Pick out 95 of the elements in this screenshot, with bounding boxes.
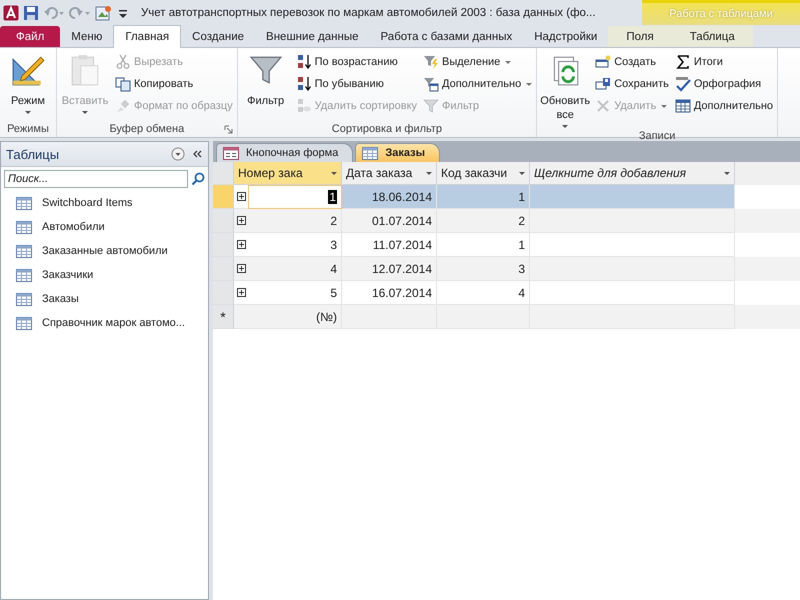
spellcheck-icon: [674, 76, 691, 92]
funnel-icon: [423, 98, 440, 114]
sort-ascending-icon: [296, 54, 312, 70]
caret-icon: [331, 172, 337, 174]
copy-icon: [115, 76, 131, 92]
table-icon: [16, 244, 32, 258]
table-cell: 18.06.2014: [342, 185, 437, 209]
form-icon: [223, 146, 239, 160]
ribbon-button[interactable]: Дополнительно: [421, 73, 534, 95]
ribbon-tab[interactable]: Главная: [113, 25, 182, 48]
expand-icon[interactable]: [236, 192, 246, 201]
ribbon-tab[interactable]: Надстройки: [523, 26, 608, 47]
column-header[interactable]: Номер зака: [234, 162, 342, 185]
group-label: Буфер обмена: [109, 123, 184, 135]
table-cell: 3: [437, 257, 530, 281]
caret-icon: [25, 111, 31, 114]
ribbon-tab[interactable]: Создание: [181, 26, 256, 47]
table-icon: [16, 292, 32, 306]
new-record-marker: *: [220, 308, 226, 324]
caret-icon: [426, 172, 432, 174]
access-logo-icon: [3, 4, 19, 20]
caret-icon: [526, 82, 532, 86]
table-cell: 4: [248, 257, 342, 281]
ribbon-button[interactable]: Обновить все: [539, 51, 592, 130]
ribbon-tab[interactable]: Внешние данные: [255, 26, 370, 47]
caret-icon: [519, 172, 525, 174]
caret-icon: [661, 104, 668, 108]
scissors-icon: [115, 54, 131, 70]
table-cell: (№): [234, 305, 342, 329]
save-icon[interactable]: [23, 4, 39, 20]
document-tab[interactable]: Кнопочная форма: [216, 143, 354, 162]
table-cell: 1: [437, 185, 530, 209]
save-icon: [595, 76, 612, 92]
delete-icon: [595, 98, 612, 114]
table-cell: 1: [248, 185, 342, 209]
ribbon-tab[interactable]: Меню: [60, 26, 114, 47]
expand-icon[interactable]: [236, 288, 246, 297]
caret-icon: [505, 60, 512, 64]
grid-icon: [674, 98, 691, 114]
table-cell: 2: [437, 209, 530, 233]
ribbon-button[interactable]: Орфография: [672, 73, 776, 95]
ribbon-button[interactable]: Сохранить: [593, 73, 671, 95]
table-icon: [16, 196, 32, 210]
sigma-icon: [674, 54, 691, 70]
table-item[interactable]: Заказчики: [1, 263, 208, 287]
table-cell: 2: [248, 209, 342, 233]
table-icon: [362, 146, 378, 160]
ribbon-button[interactable]: Итоги: [672, 51, 776, 73]
group-label: Записи: [638, 130, 676, 142]
ribbon-tab[interactable]: Поля: [608, 26, 672, 47]
ribbon-button[interactable]: Дополнительно: [672, 95, 776, 117]
new-record-icon: [595, 54, 612, 70]
ribbon-button[interactable]: Выделение: [421, 51, 534, 73]
ribbon-tab[interactable]: Работа с базами данных: [370, 26, 524, 47]
caret-icon: [724, 172, 730, 174]
ribbon-button[interactable]: Режим: [2, 51, 54, 116]
group-label: Сортировка и фильтр: [332, 123, 442, 135]
ribbon-button[interactable]: Фильтр: [240, 51, 292, 110]
ribbon-tab[interactable]: Файл: [0, 26, 60, 47]
table-icon: [16, 316, 32, 330]
document-tab[interactable]: Заказы: [355, 143, 440, 162]
window-title: Учет автотранспортных перевозок по маркам автомобилей 2003 : база данных (фо...: [141, 6, 597, 18]
ribbon-button[interactable]: По убыванию: [294, 73, 420, 95]
expand-icon[interactable]: [236, 240, 246, 249]
caret-icon: [82, 111, 88, 114]
table-item[interactable]: Заказы: [1, 287, 208, 311]
dialog-launcher-icon[interactable]: [224, 125, 233, 134]
funnel-window-icon: [423, 76, 440, 92]
table-icon: [16, 220, 32, 234]
table-item[interactable]: Switchboard Items: [1, 191, 208, 215]
dropdown-icon[interactable]: [171, 147, 185, 161]
sort-descending-icon: [296, 76, 312, 92]
table-cell: 12.07.2014: [342, 257, 437, 281]
search-icon[interactable]: [191, 172, 205, 186]
ribbon-tab[interactable]: Таблица: [672, 26, 753, 47]
caret-icon: [562, 125, 568, 128]
pane-title: Таблицы: [6, 146, 60, 162]
brush-icon: [115, 98, 131, 114]
contextual-tab-group: Работа с таблицами: [642, 0, 800, 25]
clear-sort-icon: [296, 98, 312, 114]
table-icon: [16, 268, 32, 282]
table-cell: 01.07.2014: [342, 209, 437, 233]
ribbon-button[interactable]: По возрастанию: [294, 51, 420, 73]
group-label: Режимы: [7, 123, 49, 135]
collapse-icon[interactable]: [191, 148, 203, 160]
table-item[interactable]: Справочник марок автомо...: [1, 311, 208, 335]
funnel-lightning-icon: [423, 54, 440, 70]
expand-icon[interactable]: [236, 264, 246, 273]
ribbon-button[interactable]: Копировать: [113, 73, 235, 95]
ribbon-button[interactable]: Создать: [593, 51, 671, 73]
form-picture-icon[interactable]: [95, 4, 113, 22]
table-item[interactable]: Автомобили: [1, 215, 208, 239]
expand-icon[interactable]: [236, 216, 246, 225]
search-field[interactable]: Поиск...: [4, 170, 188, 188]
table-item[interactable]: Заказанные автомобили: [1, 239, 208, 263]
